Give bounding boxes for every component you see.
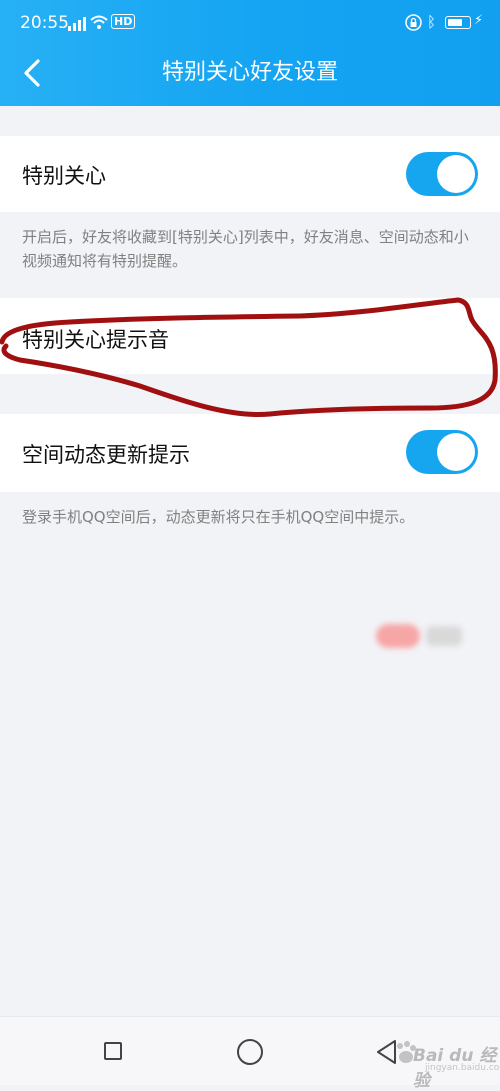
special-care-row: 特别关心 (0, 136, 500, 212)
page-title: 特别关心好友设置 (161, 60, 338, 85)
toggle-knob (437, 155, 475, 193)
status-time: 20:55 (20, 13, 69, 33)
lock-icon (405, 14, 422, 31)
baidu-watermark: Bai du 经验 jingyan.baidu.com (395, 1037, 500, 1091)
toggle-knob (437, 433, 475, 471)
watermark-subtext: jingyan.baidu.com (425, 1063, 500, 1073)
signal-icon (68, 17, 86, 31)
special-care-toggle[interactable] (406, 152, 478, 196)
space-update-toggle[interactable] (406, 430, 478, 474)
blurred-sound-value (376, 624, 420, 648)
bluetooth-icon: ᛒ (427, 13, 437, 31)
battery-icon (445, 16, 471, 29)
charging-icon: ⚡ (474, 13, 484, 28)
special-care-description: 开启后，好友将收藏到[特别关心]列表中，好友消息、空间动态和小视频通知将有特别提… (22, 228, 469, 270)
home-button[interactable] (237, 1039, 263, 1065)
blurred-sound-value-2 (426, 626, 462, 646)
space-update-label: 空间动态更新提示 (22, 443, 190, 467)
space-update-description: 登录手机QQ空间后，动态更新将只在手机QQ空间中提示。 (22, 508, 415, 526)
app-header: 20:55 HD ᛒ ⚡ 特别关心好友设置 (0, 0, 500, 106)
special-care-sound-row[interactable]: 特别关心提示音 (0, 298, 500, 648)
special-care-sound-label: 特别关心提示音 (22, 328, 169, 352)
space-update-row: 空间动态更新提示 (0, 414, 500, 492)
wifi-icon (90, 15, 108, 29)
hd-badge: HD (111, 14, 136, 29)
special-care-label: 特别关心 (22, 164, 106, 188)
system-nav-bar: Bai du 经验 jingyan.baidu.com (0, 1016, 500, 1091)
recent-apps-button[interactable] (104, 1042, 122, 1060)
status-bar: 20:55 HD ᛒ ⚡ (0, 0, 500, 48)
